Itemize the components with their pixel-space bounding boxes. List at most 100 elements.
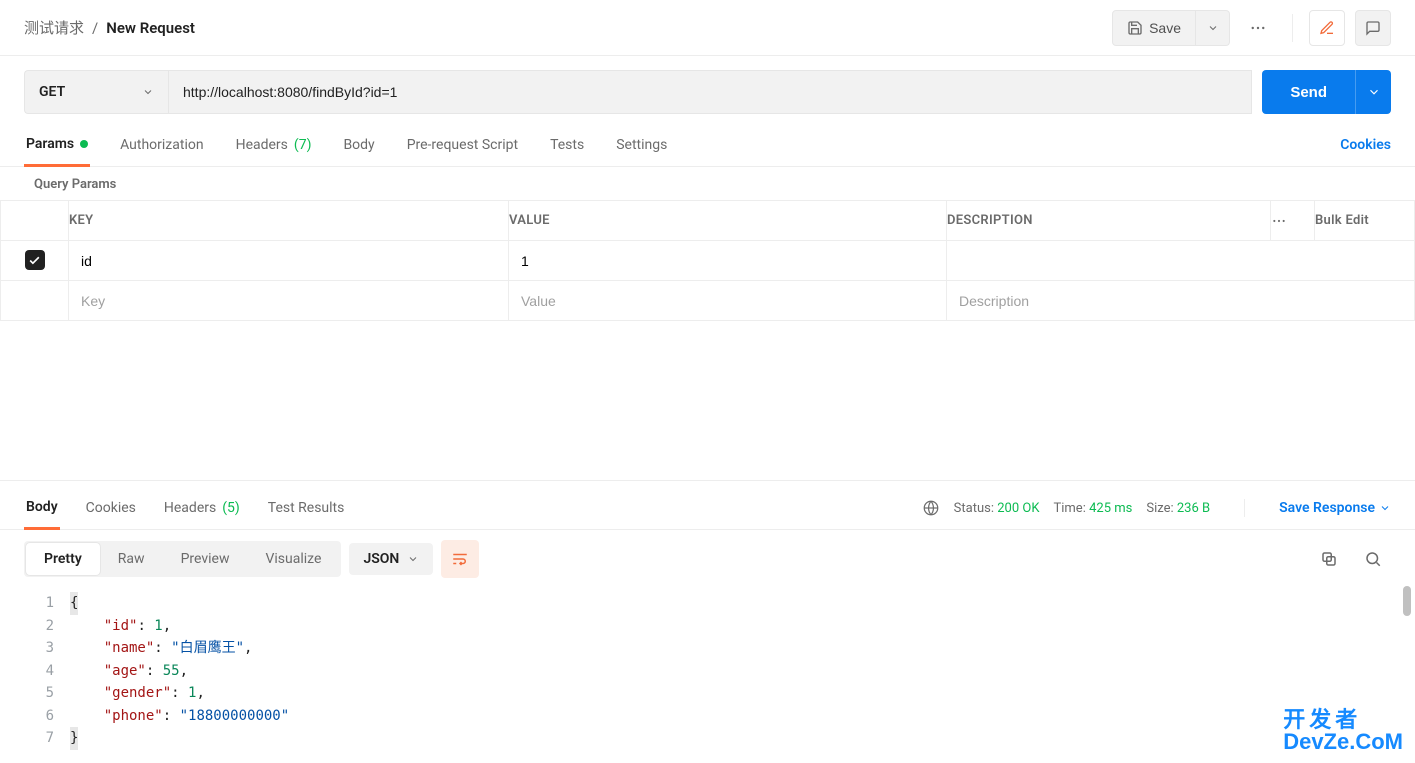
param-key-input[interactable] — [69, 241, 508, 280]
col-more[interactable] — [1271, 201, 1315, 241]
status-value[interactable]: 200 OK — [997, 501, 1039, 516]
topbar-actions: Save — [1112, 10, 1391, 46]
tab-settings[interactable]: Settings — [614, 125, 669, 165]
size-label: Size: — [1146, 501, 1173, 516]
comments-button[interactable] — [1355, 10, 1391, 46]
chevron-down-icon — [1379, 502, 1391, 514]
watermark-line1: 开发者 — [1283, 709, 1403, 731]
comment-icon — [1365, 20, 1381, 36]
language-value: JSON — [363, 551, 399, 567]
check-icon — [28, 254, 41, 267]
response-tab-headers-label: Headers — [164, 500, 216, 516]
save-label: Save — [1149, 20, 1181, 36]
row-checkbox[interactable] — [25, 250, 45, 270]
param-desc-input[interactable] — [947, 241, 1414, 280]
col-description: DESCRIPTION — [947, 201, 1271, 241]
chevron-down-icon — [1207, 22, 1219, 34]
watermark: 开发者 DevZe.CoM — [1283, 709, 1403, 753]
view-preview[interactable]: Preview — [163, 543, 248, 575]
method-value: GET — [39, 84, 65, 100]
search-icon — [1364, 550, 1382, 568]
send-button-group: Send — [1262, 70, 1391, 114]
save-icon — [1127, 20, 1143, 36]
documentation-button[interactable] — [1309, 10, 1345, 46]
col-value: VALUE — [509, 201, 947, 241]
col-key: KEY — [69, 201, 509, 241]
divider — [1292, 14, 1293, 42]
tab-headers-count: (7) — [294, 137, 312, 153]
view-raw[interactable]: Raw — [100, 543, 163, 575]
method-select[interactable]: GET — [24, 70, 168, 114]
response-panel: Body Cookies Headers (5) Test Results St… — [0, 480, 1415, 763]
send-button[interactable]: Send — [1262, 70, 1355, 114]
tab-params[interactable]: Params — [24, 124, 90, 167]
pencil-icon — [1319, 20, 1335, 36]
cookies-link[interactable]: Cookies — [1340, 125, 1391, 165]
param-value-input-new[interactable] — [509, 281, 946, 320]
response-tab-test-results[interactable]: Test Results — [266, 488, 347, 528]
wrap-icon — [451, 550, 469, 568]
topbar: 测试请求 / New Request Save — [0, 0, 1415, 56]
request-tabs: Params Authorization Headers (7) Body Pr… — [0, 118, 1415, 167]
tab-prerequest[interactable]: Pre-request Script — [405, 125, 520, 165]
ellipsis-icon — [1249, 19, 1267, 37]
row-checkbox-cell — [1, 241, 69, 281]
more-actions-button[interactable] — [1240, 10, 1276, 46]
breadcrumb-separator: / — [92, 19, 98, 37]
table-row-new — [1, 281, 1415, 321]
divider — [1244, 499, 1245, 517]
ellipsis-icon — [1271, 213, 1287, 229]
params-header-row: KEY VALUE DESCRIPTION Bulk Edit — [1, 201, 1415, 241]
table-row — [1, 241, 1415, 281]
param-desc-input-new[interactable] — [947, 281, 1414, 320]
copy-response-button[interactable] — [1311, 541, 1347, 577]
response-tab-cookies[interactable]: Cookies — [84, 488, 138, 528]
size-value[interactable]: 236 B — [1177, 501, 1210, 516]
chevron-down-icon — [1367, 85, 1381, 99]
breadcrumb-folder[interactable]: 测试请求 — [24, 17, 84, 38]
time-value[interactable]: 425 ms — [1089, 501, 1132, 516]
chevron-down-icon — [407, 553, 419, 565]
wrap-lines-button[interactable] — [441, 540, 479, 578]
chevron-down-icon — [142, 86, 154, 98]
save-button-group: Save — [1112, 10, 1230, 46]
param-value-input[interactable] — [509, 241, 946, 280]
response-body-viewer[interactable]: 1{2 "id": 1,3 "name": "白眉鹰王",4 "age": 55… — [0, 588, 1415, 763]
params-changed-dot — [80, 140, 88, 148]
language-select[interactable]: JSON — [349, 543, 433, 575]
tab-tests[interactable]: Tests — [548, 125, 586, 165]
breadcrumb-request-name[interactable]: New Request — [106, 19, 195, 37]
time-label: Time: — [1053, 501, 1085, 516]
query-params-title: Query Params — [0, 167, 1415, 200]
response-tabs: Body Cookies Headers (5) Test Results St… — [0, 481, 1415, 530]
save-response-label: Save Response — [1279, 500, 1375, 516]
tab-params-label: Params — [26, 136, 74, 152]
view-visualize[interactable]: Visualize — [247, 543, 339, 575]
scrollbar-thumb[interactable] — [1403, 586, 1411, 616]
response-tab-headers-count: (5) — [222, 500, 240, 516]
breadcrumb: 测试请求 / New Request — [24, 17, 195, 38]
response-tab-headers[interactable]: Headers (5) — [162, 488, 242, 528]
save-dropdown[interactable] — [1196, 10, 1230, 46]
response-tab-body[interactable]: Body — [24, 487, 60, 530]
status-label: Status: — [954, 501, 994, 516]
tab-authorization[interactable]: Authorization — [118, 125, 205, 165]
response-viewbar: Pretty Raw Preview Visualize JSON — [0, 530, 1415, 588]
watermark-line2: DevZe.CoM — [1283, 731, 1403, 753]
param-key-input-new[interactable] — [69, 281, 508, 320]
save-button[interactable]: Save — [1112, 10, 1196, 46]
request-row: GET Send — [0, 56, 1415, 118]
tab-body[interactable]: Body — [341, 125, 376, 165]
col-checkbox — [1, 201, 69, 241]
tab-headers-label: Headers — [236, 137, 288, 153]
bulk-edit-button[interactable]: Bulk Edit — [1315, 201, 1415, 241]
save-response-button[interactable]: Save Response — [1279, 500, 1391, 516]
view-pretty[interactable]: Pretty — [26, 543, 100, 575]
globe-icon[interactable] — [922, 499, 940, 517]
tab-headers[interactable]: Headers (7) — [234, 125, 314, 165]
response-meta: Status: 200 OK Time: 425 ms Size: 236 B — [922, 499, 1210, 517]
copy-icon — [1320, 550, 1338, 568]
url-input[interactable] — [168, 70, 1252, 114]
search-response-button[interactable] — [1355, 541, 1391, 577]
send-dropdown[interactable] — [1355, 70, 1391, 114]
